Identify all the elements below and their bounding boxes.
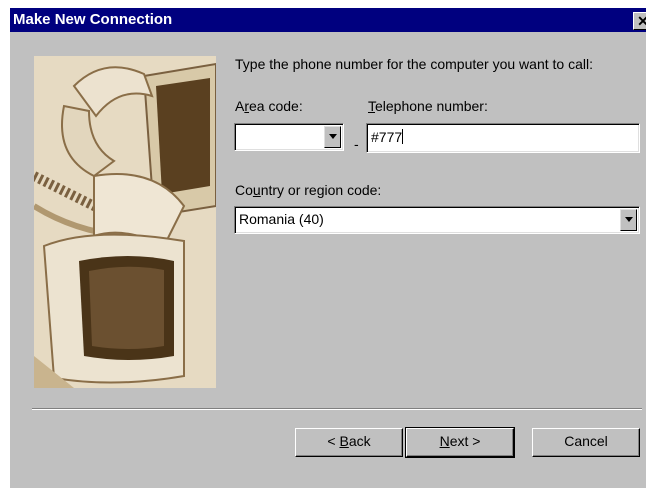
wizard-illustration (34, 56, 216, 388)
country-region-combobox[interactable]: Romania (40) (234, 206, 640, 234)
next-label-rest: ext > (449, 433, 481, 449)
country-label-part: Co (235, 182, 253, 198)
instruction-text: Type the phone number for the computer y… (235, 56, 593, 72)
telephone-label-rest: elephone number: (375, 98, 488, 114)
back-button[interactable]: < Back (295, 428, 403, 457)
telephone-label-accelerator: T (368, 98, 375, 114)
area-code-label-part: A (235, 98, 245, 114)
back-label-part: < (327, 433, 340, 449)
separator-dash: - (354, 136, 359, 152)
country-region-label: Country or region code: (235, 182, 381, 198)
area-code-label-rest: ea code: (249, 98, 303, 114)
area-code-combobox[interactable] (234, 123, 344, 151)
window-title: Make New Connection (13, 11, 173, 28)
country-label-rest: ntry or region code: (260, 182, 382, 198)
next-label-accelerator: N (439, 433, 450, 449)
close-icon: ✕ (637, 13, 646, 29)
telephone-number-value[interactable]: #777 (371, 124, 404, 150)
cancel-button[interactable]: Cancel (532, 428, 640, 457)
next-button[interactable]: Next > (405, 427, 515, 458)
country-label-accelerator: u (252, 182, 261, 198)
country-dropdown-button[interactable] (620, 209, 637, 231)
close-button[interactable]: ✕ (633, 12, 646, 30)
area-code-dropdown-button[interactable] (324, 126, 341, 148)
telephone-number-label: Telephone number: (368, 98, 488, 114)
make-new-connection-dialog: Make New Connection ✕ Type the phone num… (10, 8, 646, 488)
country-region-value[interactable]: Romania (40) (239, 207, 324, 231)
telephone-number-input[interactable]: #777 (366, 123, 640, 153)
telephone-number-text: #777 (371, 129, 403, 145)
back-label-accelerator: B (339, 433, 349, 449)
computers-and-phone-illustration (34, 56, 216, 388)
area-code-label: Area code: (235, 98, 303, 114)
button-divider (32, 408, 642, 410)
text-caret (402, 129, 404, 144)
back-label-rest: ack (348, 433, 371, 449)
title-bar[interactable]: Make New Connection ✕ (10, 8, 646, 32)
